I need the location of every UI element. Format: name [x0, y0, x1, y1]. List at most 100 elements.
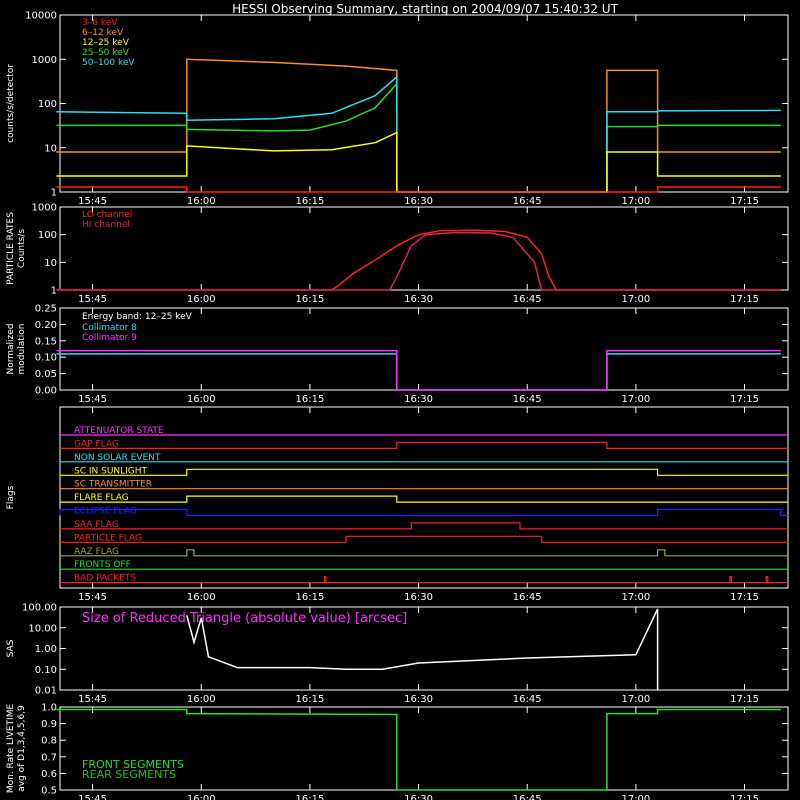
panel-annotation: Size of Reduced Triangle (absolute value…: [82, 611, 407, 626]
x-tick-label: 15:45: [78, 592, 107, 603]
y-tick-label: 0.8: [41, 736, 57, 747]
x-tick-label: 16:30: [404, 592, 433, 603]
x-tick-label: 16:15: [295, 294, 324, 305]
y-tick-label: 0.05: [35, 369, 57, 380]
x-tick-label: 16:15: [295, 394, 324, 405]
y-tick-label: 0.15: [35, 336, 57, 347]
y-tick-label: 10.00: [28, 623, 57, 634]
y-tick-label: 0.20: [35, 320, 57, 331]
x-tick-label: 16:00: [187, 196, 216, 207]
x-tick-label: 16:15: [295, 196, 324, 207]
x-tick-label: 16:15: [295, 694, 324, 705]
x-tick-label: 16:30: [404, 394, 433, 405]
flag-label: FRONTS OFF: [74, 560, 131, 570]
x-tick-label: 17:15: [730, 592, 759, 603]
y-tick-label: 1000: [32, 203, 57, 214]
x-tick-label: 17:15: [730, 794, 759, 800]
x-tick-label: 16:30: [404, 294, 433, 305]
x-tick-label: 15:45: [78, 694, 107, 705]
y-tick-label: 0.25: [35, 304, 57, 315]
x-tick-label: 17:00: [621, 694, 650, 705]
y-axis-label: avg of D1,3,4,5,6,9: [17, 705, 27, 792]
flag-label: ECLIPSE FLAG: [74, 507, 137, 517]
y-tick-label: 10: [44, 143, 57, 154]
y-axis-label: Counts/s: [17, 229, 27, 268]
x-tick-label: 17:15: [730, 694, 759, 705]
x-tick-label: 16:30: [404, 694, 433, 705]
flag-label: FLARE FLAG: [74, 493, 129, 503]
flag-label: BAD PACKETS: [74, 574, 136, 584]
y-tick-label: 0.10: [35, 353, 57, 364]
x-tick-label: 17:00: [621, 394, 650, 405]
x-tick-label: 16:45: [513, 592, 542, 603]
x-tick-label: 16:15: [295, 592, 324, 603]
x-tick-label: 16:00: [187, 294, 216, 305]
panel-annotation: Energy band: 12–25 keV: [82, 312, 193, 322]
x-tick-label: 16:00: [187, 394, 216, 405]
flag-label: SC IN SUNLIGHT: [74, 466, 148, 476]
y-tick-label: 0.6: [41, 769, 57, 780]
legend-entry: 50–100 keV: [82, 58, 135, 68]
x-tick-label: 17:00: [621, 592, 650, 603]
x-tick-label: 16:15: [295, 794, 324, 800]
y-tick-label: 0.5: [41, 786, 57, 797]
x-tick-label: 15:45: [78, 794, 107, 800]
x-tick-label: 17:15: [730, 394, 759, 405]
y-tick-label: 0.10: [35, 665, 57, 676]
y-axis-label: SAS: [6, 639, 16, 657]
y-tick-label: 0.00: [35, 386, 57, 397]
flag-label: ATTENUATOR STATE: [74, 426, 164, 436]
y-axis-label: Flags: [6, 485, 16, 509]
x-tick-label: 16:00: [187, 592, 216, 603]
y-tick-label: 0.7: [41, 752, 57, 763]
legend-entry: Collimator 8: [82, 323, 137, 333]
y-axis-label: modulation: [17, 324, 27, 375]
flag-label: PARTICLE FLAG: [74, 533, 142, 543]
legend-entry: 3–6 keV: [82, 18, 118, 28]
y-tick-label: 100: [38, 230, 57, 241]
x-tick-label: 16:30: [404, 794, 433, 800]
y-tick-label: 1: [51, 188, 57, 199]
x-tick-label: 17:00: [621, 196, 650, 207]
flag-label: GAP FLAG: [74, 439, 119, 449]
y-axis-label: counts/s/detector: [6, 64, 16, 143]
flag-label: AAZ FLAG: [74, 547, 119, 557]
x-tick-label: 15:45: [78, 196, 107, 207]
x-tick-label: 16:00: [187, 694, 216, 705]
x-tick-label: 17:15: [730, 294, 759, 305]
y-tick-label: 0.01: [35, 686, 57, 697]
x-tick-label: 17:15: [730, 196, 759, 207]
figure-title: HESSI Observing Summary, starting on 200…: [232, 2, 618, 16]
x-tick-label: 16:30: [404, 196, 433, 207]
x-tick-label: 17:00: [621, 294, 650, 305]
y-tick-label: 0.9: [41, 719, 57, 730]
y-tick-label: 1000: [32, 55, 57, 66]
legend-entry: 6–12 keV: [82, 28, 124, 38]
flag-label: SAA FLAG: [74, 520, 119, 530]
x-tick-label: 17:00: [621, 794, 650, 800]
x-tick-label: 16:45: [513, 394, 542, 405]
legend-entry: Collimator 9: [82, 333, 137, 343]
y-tick-label: 1.00: [35, 644, 57, 655]
x-tick-label: 16:45: [513, 794, 542, 800]
x-tick-label: 16:00: [187, 794, 216, 800]
y-axis-label: PARTICLE RATES: [6, 212, 16, 285]
y-tick-label: 1: [51, 286, 57, 297]
y-tick-label: 100.00: [22, 603, 57, 614]
x-tick-label: 15:45: [78, 294, 107, 305]
observing-summary-figure: HESSI Observing Summary, starting on 200…: [0, 0, 800, 800]
x-tick-label: 16:45: [513, 294, 542, 305]
x-tick-label: 15:45: [78, 394, 107, 405]
legend-entry: 12–25 keV: [82, 38, 130, 48]
flag-label: NON SOLAR EVENT: [74, 453, 161, 463]
flag-label: SC TRANSMITTER: [74, 480, 152, 490]
y-tick-label: 100: [38, 99, 57, 110]
legend-entry: HI channel: [82, 220, 130, 230]
legend-entry: LO channel: [82, 210, 132, 220]
y-axis-label: Normalized: [6, 323, 16, 374]
y-tick-label: 1.0: [41, 703, 57, 714]
y-axis-label: Mon. Rate LIVETIME: [6, 704, 16, 794]
x-tick-label: 16:45: [513, 196, 542, 207]
legend-entry: 25–50 keV: [82, 48, 130, 58]
legend-entry: REAR SEGMENTS: [82, 768, 176, 781]
